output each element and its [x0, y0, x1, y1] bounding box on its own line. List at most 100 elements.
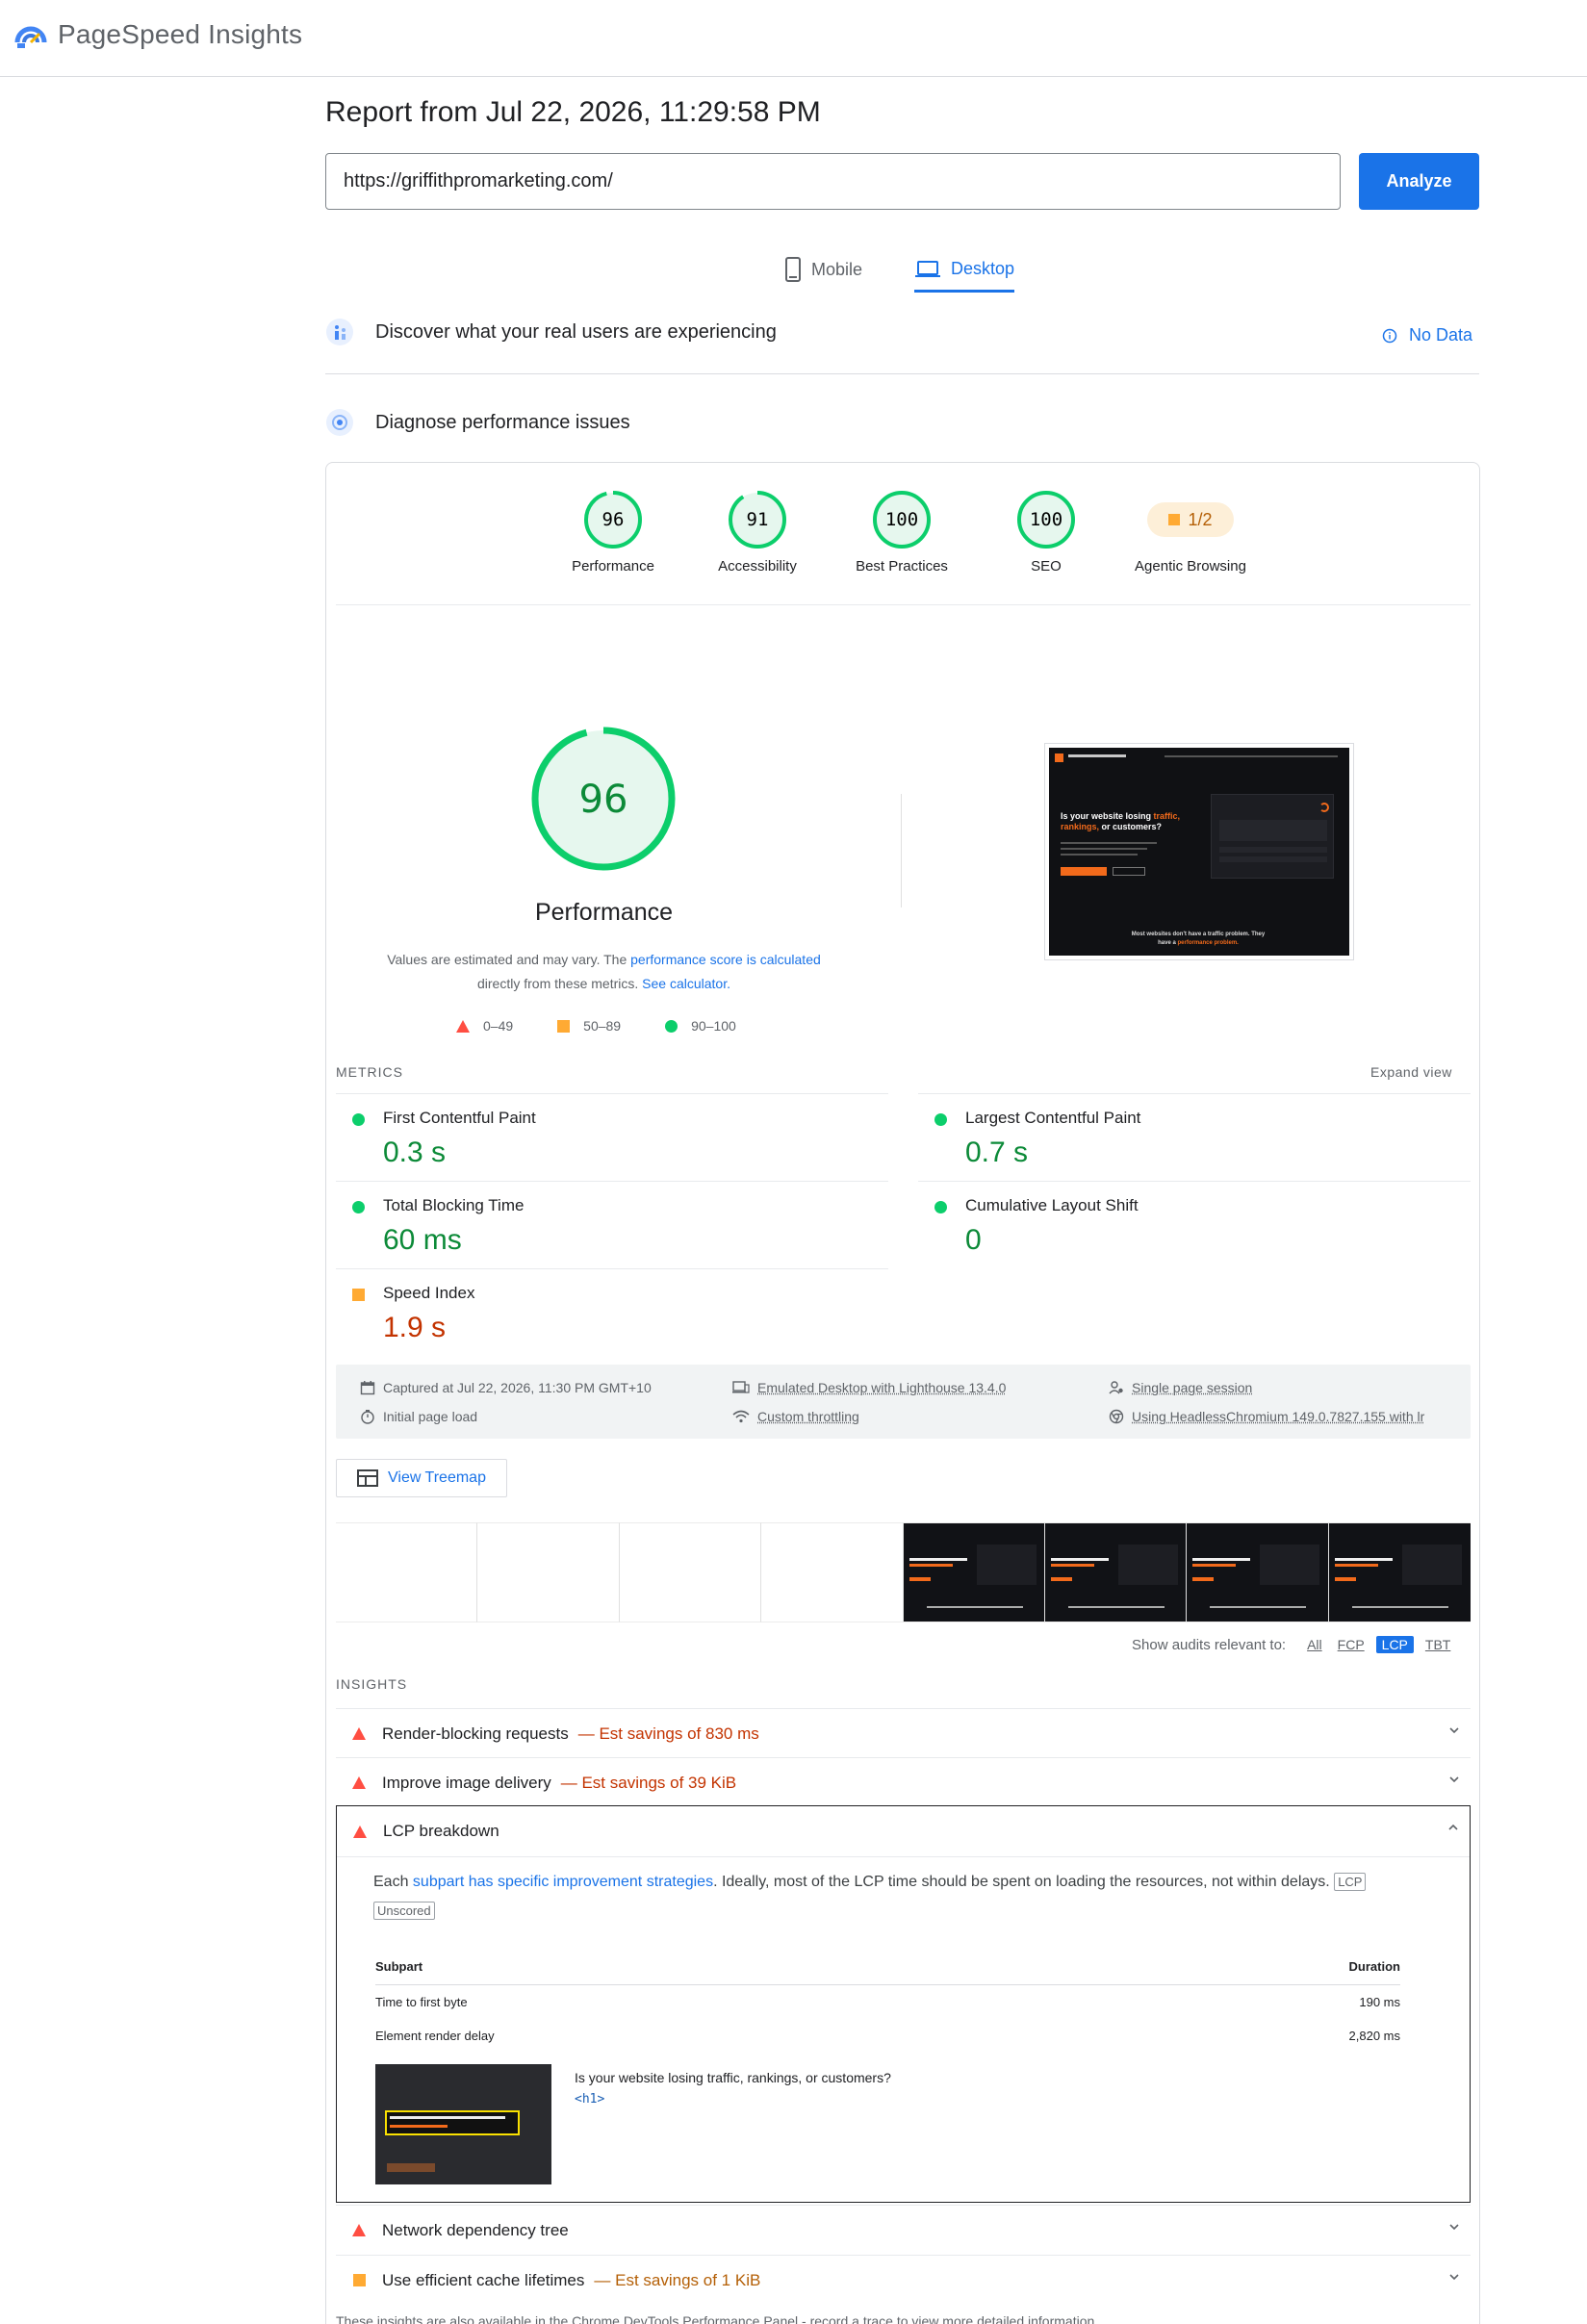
- performance-big-gauge: 96: [531, 727, 676, 871]
- table-header: Subpart Duration: [375, 1949, 1400, 1985]
- fail-triangle-icon: [352, 1727, 366, 1740]
- session-type[interactable]: Single page session: [1109, 1380, 1252, 1395]
- gauges-divider: [336, 604, 1471, 605]
- row-subpart: Element render delay: [375, 2029, 495, 2043]
- insight-image-delivery[interactable]: Improve image delivery — Est savings of …: [336, 1757, 1471, 1807]
- tab-mobile[interactable]: Mobile: [784, 248, 862, 291]
- filter-tbt[interactable]: TBT: [1421, 1636, 1454, 1653]
- insight-saving: — Est savings of 830 ms: [577, 1724, 759, 1743]
- filmstrip-frame: [619, 1522, 762, 1622]
- insight-network-tree[interactable]: Network dependency tree: [336, 2205, 1471, 2255]
- see-calculator-link[interactable]: See calculator.: [642, 976, 730, 991]
- laptop-icon: [915, 260, 940, 277]
- browser-version[interactable]: Using HeadlessChromium 149.0.7827.155 wi…: [1109, 1409, 1424, 1424]
- insight-render-blocking[interactable]: Render-blocking requests — Est savings o…: [336, 1708, 1471, 1758]
- gauge-best-practices[interactable]: 100 Best Practices: [830, 489, 974, 575]
- treemap-icon: [357, 1469, 378, 1487]
- filter-all[interactable]: All: [1303, 1636, 1326, 1653]
- gauge-label: Best Practices: [856, 558, 948, 575]
- metric-cls: Cumulative Layout Shift 0: [918, 1181, 1471, 1268]
- metric-value: 1.9 s: [383, 1312, 447, 1343]
- fail-triangle-icon: [353, 1825, 367, 1838]
- agentic-pill: 1/2: [1147, 502, 1234, 537]
- metric-name: Cumulative Layout Shift: [965, 1196, 1139, 1214]
- tab-mobile-label: Mobile: [811, 259, 863, 279]
- expand-view-toggle[interactable]: Expand view: [1370, 1064, 1452, 1080]
- improvement-strategies-link[interactable]: subpart has specific improvement strateg…: [413, 1874, 713, 1890]
- audit-filter: Show audits relevant to: All FCP LCP TBT: [1132, 1636, 1454, 1653]
- pass-circle-icon: [665, 1019, 678, 1033]
- real-users-section[interactable]: Discover what your real users are experi…: [325, 318, 777, 346]
- preview-panel: [1211, 794, 1334, 879]
- note-text: Values are estimated and may vary. The: [387, 952, 631, 967]
- metric-value: 60 ms: [383, 1224, 462, 1256]
- preview-secondary-button: [1113, 867, 1145, 876]
- tab-desktop[interactable]: Desktop: [914, 248, 1015, 293]
- metric-value: 0: [965, 1224, 982, 1256]
- lcp-chip: LCP: [1334, 1873, 1367, 1891]
- diagnose-title: Diagnose performance issues: [375, 411, 630, 433]
- frame-bottom-line: [1067, 1606, 1165, 1608]
- brand[interactable]: PageSpeed Insights: [13, 17, 302, 52]
- legend-label: 90–100: [691, 1018, 736, 1034]
- frame-panel: [1117, 1545, 1178, 1585]
- insight-cache-lifetimes[interactable]: Use efficient cache lifetimes — Est savi…: [336, 2255, 1471, 2305]
- chevron-down-icon: [1447, 2269, 1461, 2288]
- no-data-indicator[interactable]: No Data: [1382, 325, 1472, 345]
- chevron-up-icon: [1446, 1820, 1460, 1839]
- filter-lcp[interactable]: LCP: [1375, 1636, 1414, 1653]
- gauge-seo[interactable]: 100 SEO: [974, 489, 1118, 575]
- gauge-ring: 96: [584, 491, 642, 549]
- metric-value: 0.3 s: [383, 1136, 447, 1168]
- score-calculated-link[interactable]: performance score is calculated: [630, 952, 821, 967]
- lcp-subpart-table: Subpart Duration Time to first byte 190 …: [375, 1949, 1400, 2053]
- person-icon: [1109, 1381, 1123, 1394]
- info-icon: [1382, 328, 1397, 343]
- gauge-accessibility[interactable]: 91 Accessibility: [685, 489, 830, 575]
- preview-spinner-icon: [1319, 803, 1329, 812]
- session-text: Single page session: [1132, 1380, 1253, 1395]
- app-name: PageSpeed Insights: [58, 19, 303, 49]
- row-duration: 190 ms: [1359, 1995, 1400, 2009]
- pass-circle-icon: [934, 1113, 947, 1126]
- real-users-title: Discover what your real users are experi…: [375, 320, 777, 343]
- frame-headline-accent: [909, 1564, 953, 1567]
- headline-text: or customers?: [1099, 822, 1163, 831]
- fail-triangle-icon: [352, 1776, 366, 1789]
- frame-headline-accent: [1192, 1564, 1237, 1567]
- analyze-button[interactable]: Analyze: [1359, 153, 1479, 210]
- lcp-breakdown-header[interactable]: LCP breakdown: [337, 1806, 1470, 1856]
- insight-title: Network dependency tree: [382, 2220, 569, 2239]
- browser-text: Using HeadlessChromium 149.0.7827.155 wi…: [1132, 1409, 1425, 1424]
- site-brand-bar: [1068, 754, 1126, 757]
- device-text: Emulated Desktop with Lighthouse 13.4.0: [757, 1380, 1007, 1395]
- lcp-divider: [337, 1856, 1470, 1857]
- score-legend: 0–49 50–89 90–100: [456, 1018, 736, 1034]
- legend-fail: 0–49: [456, 1018, 513, 1034]
- gauge-ring: 91: [729, 491, 786, 549]
- view-treemap-button[interactable]: View Treemap: [336, 1459, 507, 1497]
- emulated-device[interactable]: Emulated Desktop with Lighthouse 13.4.0: [732, 1380, 1006, 1395]
- metric-name: Speed Index: [383, 1284, 475, 1302]
- filmstrip-frame: [1187, 1522, 1329, 1622]
- gauge-ring: 100: [873, 491, 931, 549]
- frame-bottom-line: [926, 1606, 1023, 1608]
- filter-fcp[interactable]: FCP: [1334, 1636, 1369, 1653]
- row-duration: 2,820 ms: [1348, 2029, 1400, 2043]
- users-icon: [326, 319, 353, 345]
- url-input[interactable]: [325, 153, 1341, 210]
- throttling[interactable]: Custom throttling: [732, 1409, 859, 1424]
- gauge-agentic-browsing[interactable]: 1/2 Agentic Browsing: [1118, 489, 1263, 575]
- performance-title: Performance: [534, 899, 674, 926]
- final-screenshot[interactable]: Is your website losing traffic, rankings…: [1044, 743, 1354, 960]
- frame-cta: [909, 1577, 931, 1581]
- insights-heading: INSIGHTS: [336, 1676, 408, 1692]
- frame-headline-line: [1334, 1558, 1393, 1561]
- section-divider: [325, 373, 1479, 374]
- gauge-value: 100: [1030, 509, 1062, 530]
- chrome-icon: [1109, 1409, 1124, 1424]
- table-row: Time to first byte 190 ms: [375, 1985, 1400, 2019]
- chevron-down-icon: [1447, 2219, 1461, 2238]
- preview-panel-row: [1219, 847, 1327, 853]
- gauge-performance[interactable]: 96 Performance: [541, 489, 685, 575]
